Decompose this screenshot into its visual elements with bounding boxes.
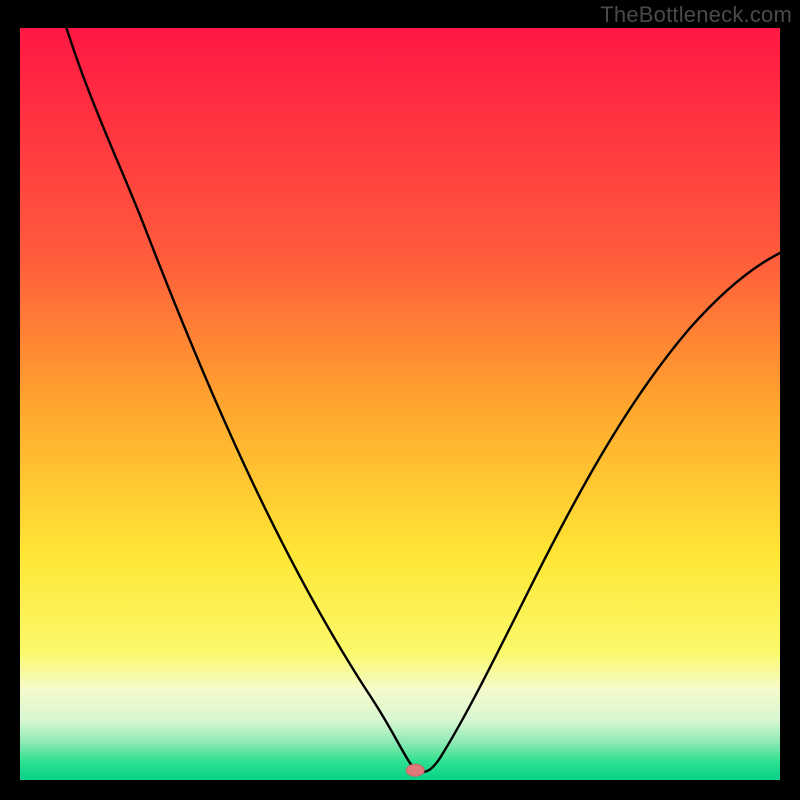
chart-frame: TheBottleneck.com — [0, 0, 800, 800]
watermark-text: TheBottleneck.com — [600, 2, 792, 28]
minimum-marker — [406, 764, 424, 776]
plot-area — [20, 28, 780, 780]
chart-svg — [20, 28, 780, 780]
gradient-background — [20, 28, 780, 780]
